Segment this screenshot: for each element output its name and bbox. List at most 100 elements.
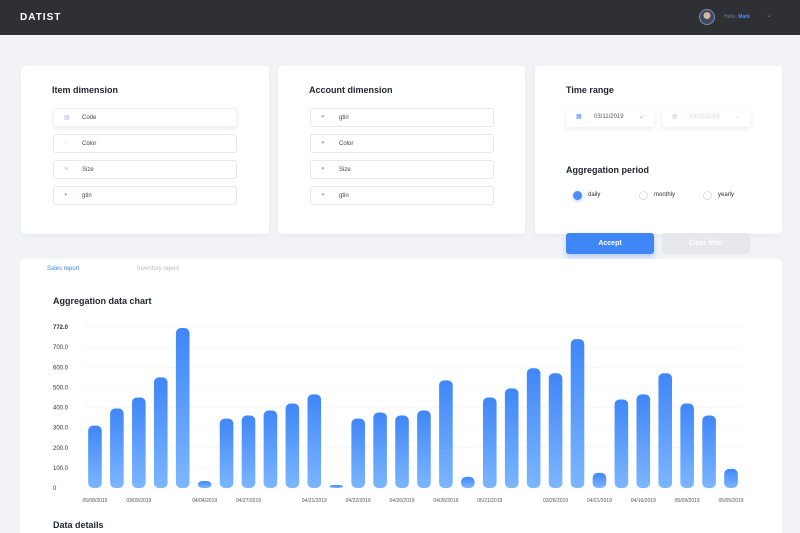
y-tick-label: 0 bbox=[53, 486, 57, 492]
chart-bar[interactable] bbox=[636, 394, 651, 488]
item-field-gtin[interactable]: ● gtin bbox=[53, 186, 237, 205]
x-tick-label: 04/27/2019 bbox=[236, 498, 261, 504]
chart-bar[interactable] bbox=[680, 403, 694, 488]
palette-icon: ◌ bbox=[64, 140, 68, 146]
tag-icon: ● bbox=[321, 192, 325, 198]
chart-bar[interactable] bbox=[132, 397, 146, 488]
calendar-icon: ▦ bbox=[576, 114, 582, 120]
account-field-size[interactable]: ● Size bbox=[310, 160, 494, 179]
chart-bar[interactable] bbox=[570, 339, 585, 488]
chevron-down-icon: ⌄ bbox=[734, 114, 740, 120]
time-range-title: Time range bbox=[566, 85, 614, 95]
x-tick-label: 04/21/2019 bbox=[302, 498, 327, 504]
chart-bar[interactable] bbox=[548, 373, 563, 488]
chart-bar[interactable] bbox=[592, 472, 607, 488]
chart-bar[interactable] bbox=[197, 480, 212, 488]
radio-dot bbox=[573, 191, 582, 200]
chart-bar[interactable] bbox=[241, 415, 256, 488]
user-greeting[interactable]: Hello, Mark bbox=[724, 14, 750, 20]
radio-dot bbox=[703, 191, 712, 200]
chart-bar[interactable] bbox=[307, 394, 322, 488]
ruler-icon: ✎ bbox=[64, 167, 70, 173]
account-field-gtin[interactable]: ● gtin bbox=[310, 108, 494, 127]
item-dimension-title: Item dimension bbox=[52, 85, 119, 95]
y-tick-label: 600.0 bbox=[53, 365, 69, 371]
x-tick-label: 04/22/2019 bbox=[346, 498, 371, 504]
chart-bar[interactable] bbox=[285, 403, 300, 488]
chevron-down-icon: ⌄ bbox=[638, 114, 644, 120]
x-tick-label: 04/26/2019 bbox=[433, 498, 458, 504]
chart-bar[interactable] bbox=[614, 399, 629, 488]
app-logo[interactable]: DATIST bbox=[20, 12, 61, 23]
tag-icon: ● bbox=[321, 114, 325, 120]
x-tick-label: 05/05/2019 bbox=[719, 498, 744, 504]
aggregation-period-title: Aggregation period bbox=[566, 165, 649, 175]
chart-bar[interactable] bbox=[702, 415, 716, 488]
x-tick-label: 05/08/2019 bbox=[82, 498, 107, 504]
chart-bar[interactable] bbox=[504, 388, 519, 488]
chart-bar[interactable] bbox=[395, 415, 409, 488]
x-tick-label: 04/04/2019 bbox=[192, 498, 217, 504]
y-tick-label: 700.0 bbox=[53, 345, 69, 351]
chart-bar[interactable] bbox=[461, 476, 475, 488]
barcode-icon: ▤ bbox=[64, 115, 70, 121]
chevron-down-icon[interactable]: ⌄ bbox=[766, 11, 772, 19]
x-tick-label: 05/09/2019 bbox=[675, 498, 700, 504]
radio-label: daily bbox=[588, 192, 601, 198]
chart-bar[interactable] bbox=[724, 468, 738, 488]
account-field-gtin-2[interactable]: ● gtin bbox=[310, 186, 494, 205]
y-tick-label: 400.0 bbox=[53, 406, 69, 412]
ruler-icon: ● bbox=[321, 166, 325, 172]
chart-bar[interactable] bbox=[526, 368, 541, 488]
report-panel: Sales report Inventory report Aggregatio… bbox=[20, 259, 782, 533]
field-label: Size bbox=[339, 167, 351, 173]
account-dimension-title: Account dimension bbox=[309, 85, 393, 95]
tag-icon: ● bbox=[64, 192, 68, 198]
x-tick-label: 04/16/2019 bbox=[631, 498, 656, 504]
time-range-card: Time range ▦ 03/11/2019 ⌄ ▦ 03/11/2019 ⌄… bbox=[535, 66, 782, 234]
chart-bar[interactable] bbox=[658, 373, 673, 488]
aggregation-bar-chart: 0 100.0 200.0 300.0 400.0 500.0 600.0 700.0 772.… bbox=[53, 325, 744, 504]
item-field-color[interactable]: ◌ Color bbox=[53, 134, 237, 153]
top-bar: DATIST Hello, Mark ⌄ bbox=[0, 0, 800, 35]
calendar-icon: ▦ bbox=[672, 114, 678, 120]
field-label: Code bbox=[82, 115, 97, 121]
accept-button[interactable]: Accept bbox=[566, 233, 654, 254]
chart-bar[interactable] bbox=[263, 410, 278, 488]
field-label: Size bbox=[82, 167, 94, 173]
chart-bar[interactable] bbox=[175, 328, 190, 488]
chart-bar[interactable] bbox=[351, 418, 365, 488]
chart-bar[interactable] bbox=[482, 397, 497, 488]
field-label: Color bbox=[82, 141, 97, 147]
start-date-picker[interactable]: ▦ 03/11/2019 ⌄ bbox=[566, 108, 654, 127]
item-field-size[interactable]: ✎ Size bbox=[53, 160, 237, 179]
start-date-value: 03/11/2019 bbox=[594, 114, 624, 120]
x-tick-label: 03/09/2019 bbox=[126, 498, 151, 504]
chart-bar[interactable] bbox=[439, 380, 453, 488]
chart-bar[interactable] bbox=[373, 412, 387, 488]
chart-bar[interactable] bbox=[417, 410, 431, 488]
user-avatar[interactable] bbox=[699, 9, 715, 25]
radio-dot bbox=[639, 191, 648, 200]
end-date-picker[interactable]: ▦ 03/11/2019 ⌄ bbox=[662, 108, 750, 127]
user-name: Mark bbox=[738, 14, 750, 20]
field-label: gtin bbox=[339, 193, 349, 199]
chart-bar[interactable] bbox=[329, 484, 344, 488]
x-tick-label: 04/21/2019 bbox=[587, 498, 612, 504]
y-tick-label: 200.0 bbox=[53, 446, 69, 452]
account-field-color[interactable]: ● Color bbox=[310, 134, 494, 153]
palette-icon: ● bbox=[321, 140, 325, 146]
field-label: gtin bbox=[82, 193, 92, 199]
clear-filter-button[interactable]: Clear filter bbox=[662, 233, 750, 254]
end-date-value: 03/11/2019 bbox=[690, 114, 720, 120]
chart-bar[interactable] bbox=[110, 408, 124, 488]
chart-bar[interactable] bbox=[153, 377, 168, 488]
account-dimension-card: Account dimension ● gtin ● Color ● Size … bbox=[278, 66, 525, 234]
y-tick-label: 300.0 bbox=[53, 426, 69, 432]
y-tick-label: 772.0 bbox=[53, 325, 69, 331]
greeting-text: Hello, bbox=[724, 14, 737, 20]
field-label: gtin bbox=[339, 115, 349, 121]
chart-bar[interactable] bbox=[88, 425, 102, 488]
chart-bar[interactable] bbox=[219, 418, 234, 488]
item-field-code[interactable]: ▤ Code bbox=[53, 108, 237, 127]
